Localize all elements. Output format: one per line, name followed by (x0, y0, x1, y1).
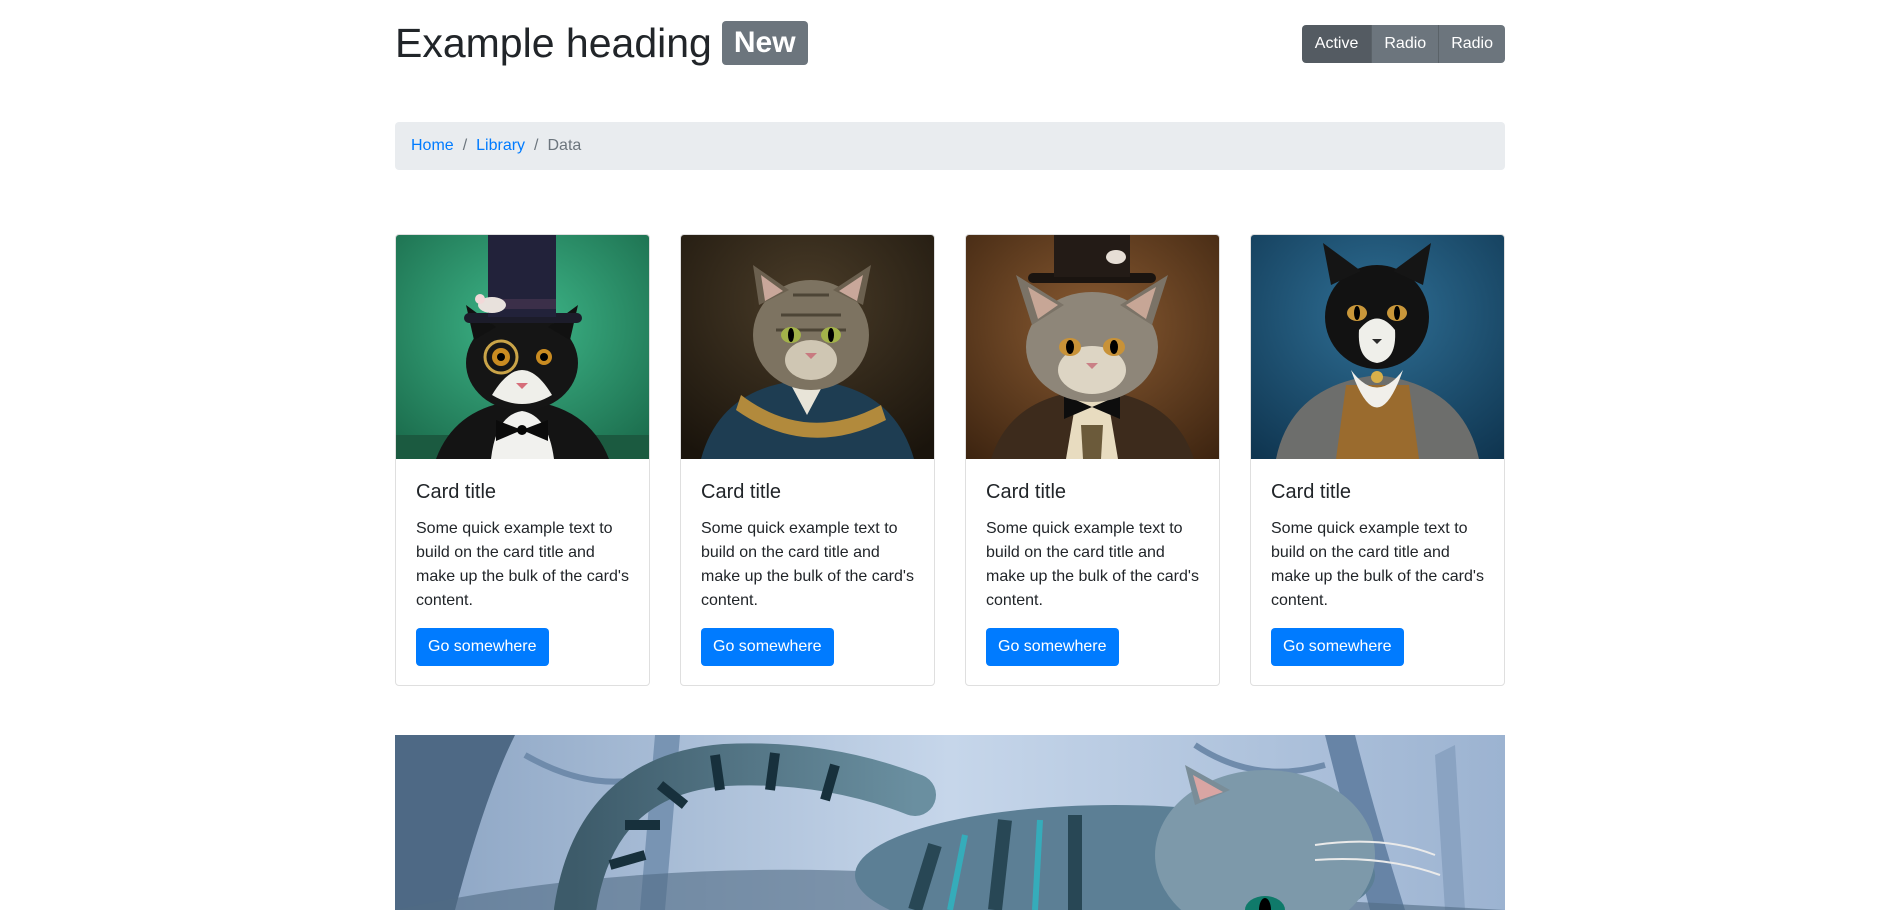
card-image-cat-cravat (1251, 235, 1504, 459)
card-title: Card title (1271, 481, 1352, 503)
page-heading: Example heading New (395, 18, 808, 68)
toggle-radio-button-2[interactable]: Radio (1438, 25, 1505, 63)
breadcrumb-library-link[interactable]: Library (476, 137, 525, 155)
go-somewhere-button[interactable]: Go somewhere (1271, 628, 1404, 666)
card-title: Card title (986, 481, 1067, 503)
toggle-radio-button-1[interactable]: Radio (1371, 25, 1439, 63)
page-header: Example heading New Active Radio Radio (395, 18, 1505, 68)
page-title: Example heading (395, 20, 712, 66)
breadcrumb-separator: / (462, 137, 468, 154)
go-somewhere-button[interactable]: Go somewhere (701, 628, 834, 666)
go-somewhere-button[interactable]: Go somewhere (986, 628, 1119, 666)
go-somewhere-button[interactable]: Go somewhere (416, 628, 549, 666)
card-image-cat-top-hat-monocle (396, 235, 649, 459)
card-text: Some quick example text to build on the … (701, 520, 914, 609)
page-container: Example heading New Active Radio Radio Ho… (395, 0, 1505, 910)
card-image-tabby-cat-coat (681, 235, 934, 459)
radio-toggle-group: Active Radio Radio (1301, 25, 1505, 63)
card-title: Card title (416, 481, 497, 503)
breadcrumb-home-link[interactable]: Home (411, 137, 454, 155)
banner-image-cheshire-cat (395, 735, 1505, 910)
breadcrumb-separator: / (534, 137, 539, 154)
breadcrumb-current: Data (547, 137, 582, 154)
card-text: Some quick example text to build on the … (1271, 520, 1484, 609)
card-grid: Card title Some quick example text to bu… (395, 234, 1505, 686)
card-image-cat-top-hat-bowtie (966, 235, 1219, 459)
breadcrumb: Home / Library / Data (395, 122, 1505, 170)
card-text: Some quick example text to build on the … (416, 520, 629, 609)
card: Card title Some quick example text to bu… (680, 234, 935, 686)
card-text: Some quick example text to build on the … (986, 520, 1199, 609)
card-title: Card title (701, 481, 782, 503)
card: Card title Some quick example text to bu… (1250, 234, 1505, 686)
new-badge: New (721, 21, 808, 65)
toggle-active-button[interactable]: Active (1301, 25, 1372, 63)
card: Card title Some quick example text to bu… (965, 234, 1220, 686)
card: Card title Some quick example text to bu… (395, 234, 650, 686)
